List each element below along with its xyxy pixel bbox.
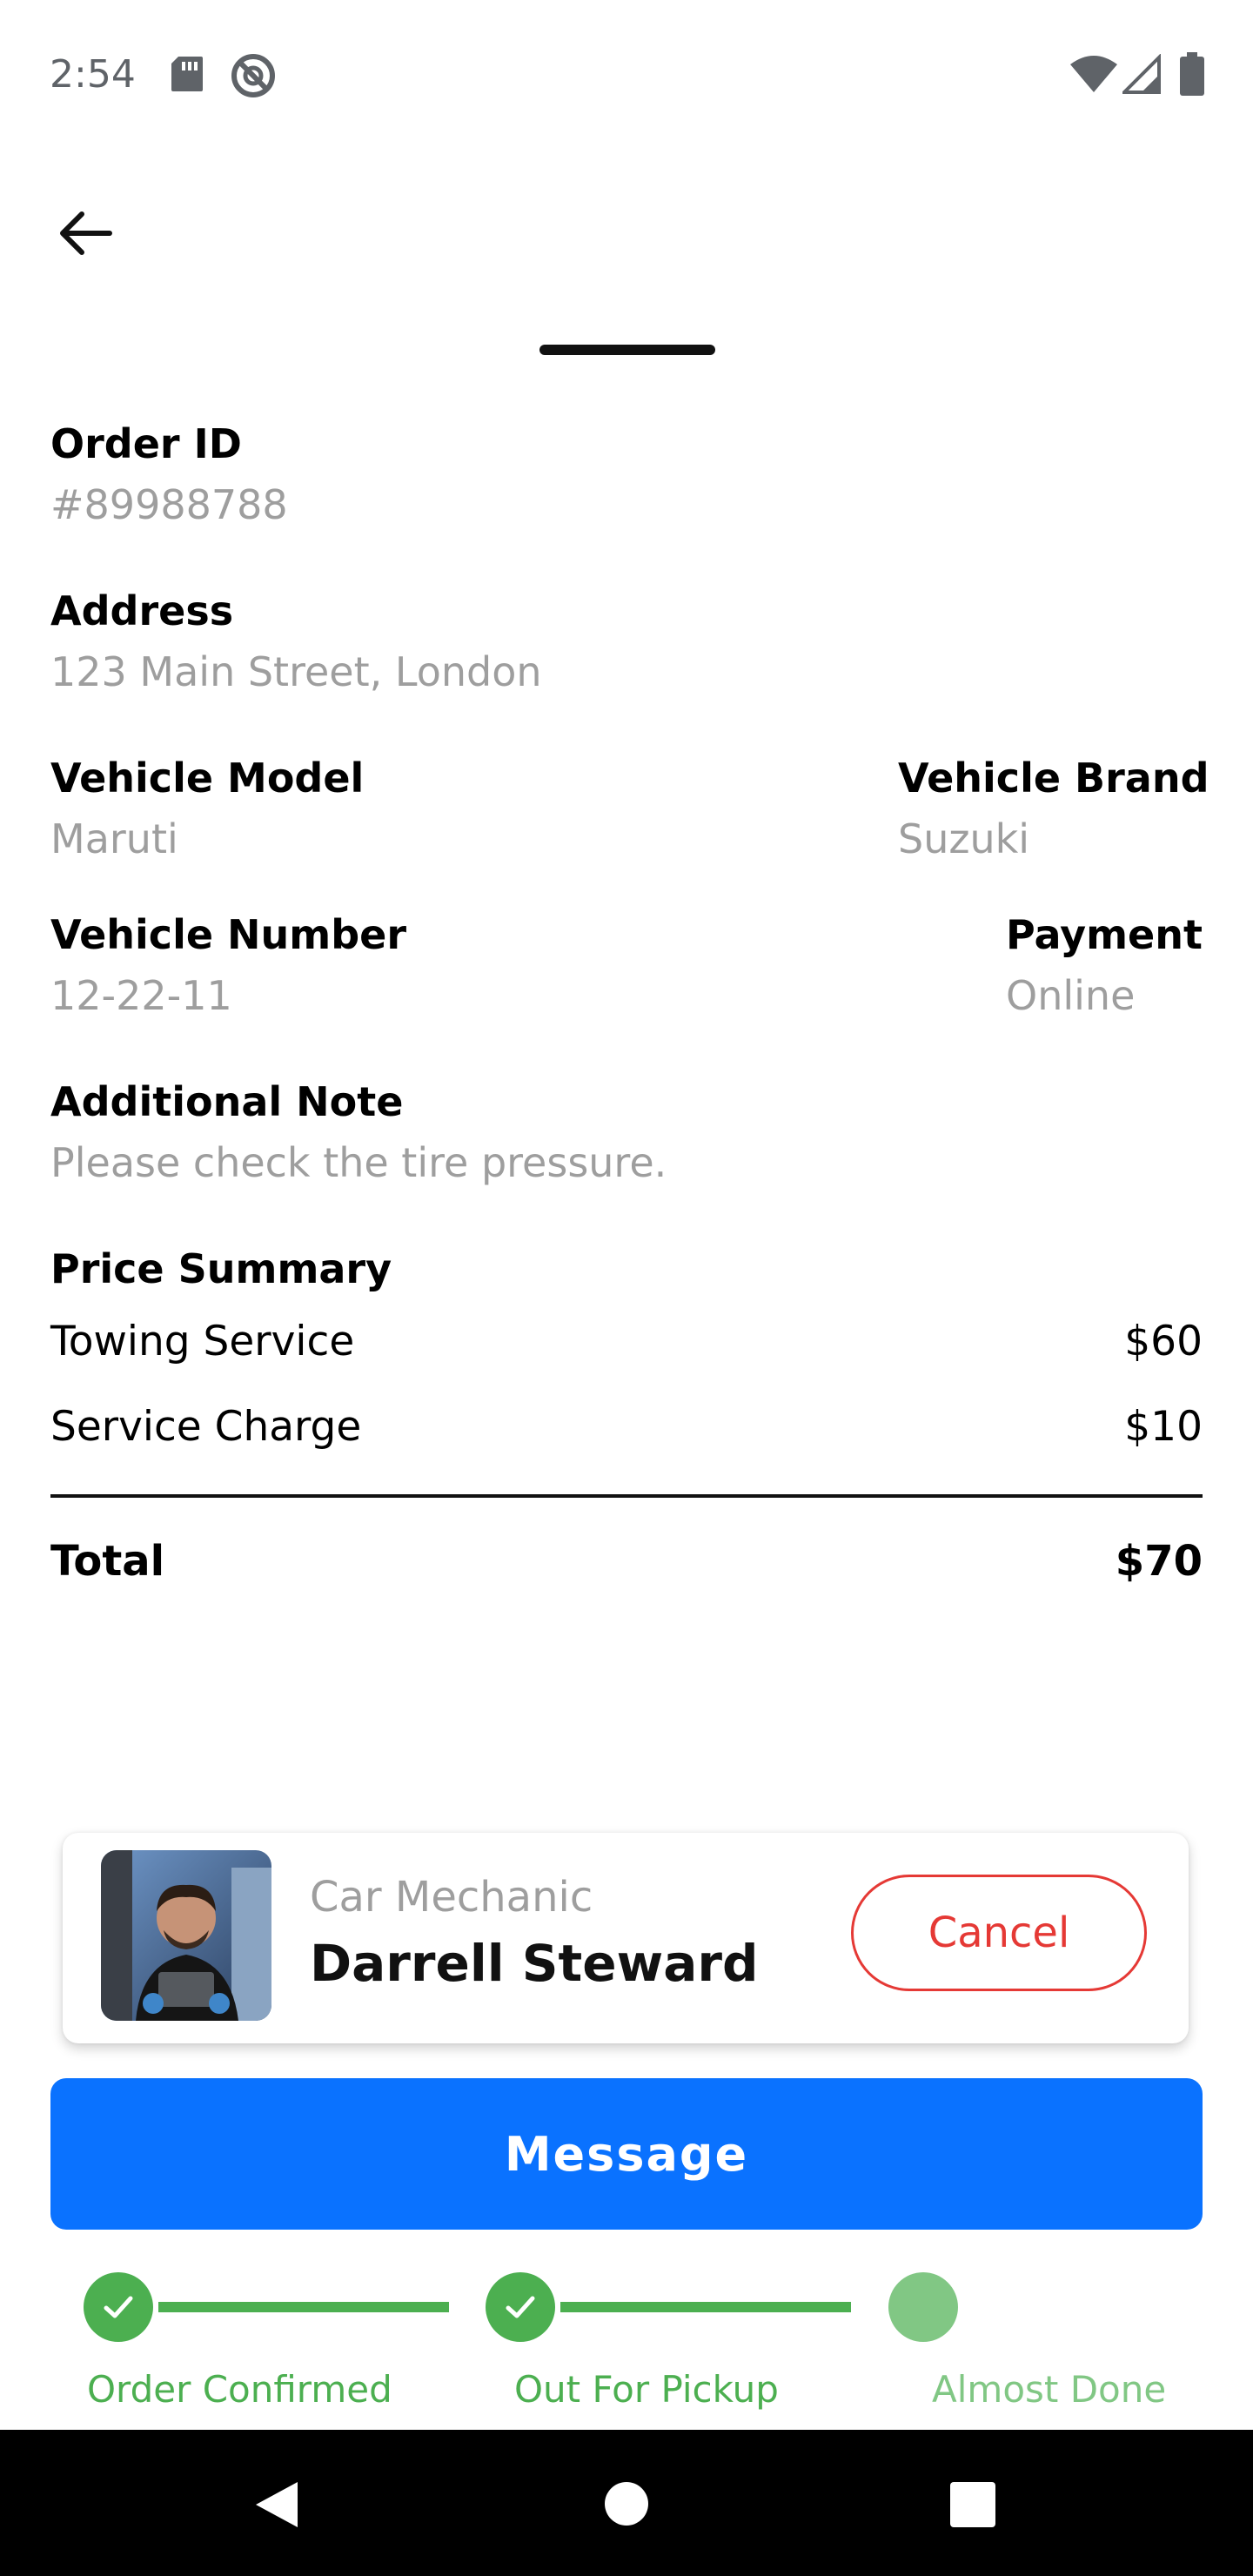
total-amount: $70 [1115,1537,1203,1586]
price-item-amount: $60 [1124,1318,1203,1365]
nav-home-icon[interactable] [603,2480,650,2527]
sheet-drag-handle[interactable] [539,345,715,355]
vehicle-number-label: Vehicle Number [50,911,407,958]
vehicle-model-value: Maruti [50,815,178,862]
step-done-icon [84,2272,153,2342]
vehicle-brand-value: Suzuki [898,815,1030,862]
avatar [101,1850,271,2021]
payment-value: Online [1006,972,1136,1019]
check-icon [506,2296,535,2318]
price-item-amount: $10 [1124,1403,1203,1451]
sd-card-icon [171,57,203,91]
nav-recents-icon[interactable] [950,2482,995,2527]
step-done-icon [486,2272,555,2342]
additional-note-value: Please check the tire pressure. [50,1139,667,1186]
step-label: Out For Pickup [514,2368,779,2411]
price-divider [50,1494,1203,1498]
order-id-label: Order ID [50,420,242,467]
battery-icon [1180,52,1204,96]
step-label: Almost Done [932,2368,1167,2411]
vehicle-brand-label: Vehicle Brand [898,755,1209,802]
vehicle-number-value: 12-22-11 [50,972,232,1019]
message-button[interactable]: Message [50,2078,1203,2230]
mechanic-name: Darrell Steward [310,1934,759,1993]
price-summary-title: Price Summary [50,1245,392,1292]
arrow-left-icon[interactable] [54,207,115,259]
vehicle-model-label: Vehicle Model [50,755,365,802]
total-label: Total [50,1537,165,1586]
status-time: 2:54 [50,52,136,97]
address-label: Address [50,587,234,634]
step-label: Order Confirmed [87,2368,392,2411]
address-value: 123 Main Street, London [50,648,542,695]
order-id-value: #89988788 [50,481,288,528]
cancel-button[interactable]: Cancel [851,1875,1147,1991]
signal-icon [1122,54,1161,94]
mechanic-role: Car Mechanic [310,1873,593,1922]
step-pending-icon [888,2272,958,2342]
progress-connector [560,2302,851,2312]
mechanic-photo [101,1850,271,2021]
no-sync-icon [231,54,275,97]
progress-connector [158,2302,449,2312]
nav-back-icon[interactable] [252,2479,301,2531]
wifi-icon [1070,56,1117,92]
price-item-name: Service Charge [50,1403,362,1451]
price-item-name: Towing Service [50,1318,355,1365]
payment-label: Payment [1006,911,1203,958]
additional-note-label: Additional Note [50,1078,404,1125]
check-icon [104,2296,133,2318]
